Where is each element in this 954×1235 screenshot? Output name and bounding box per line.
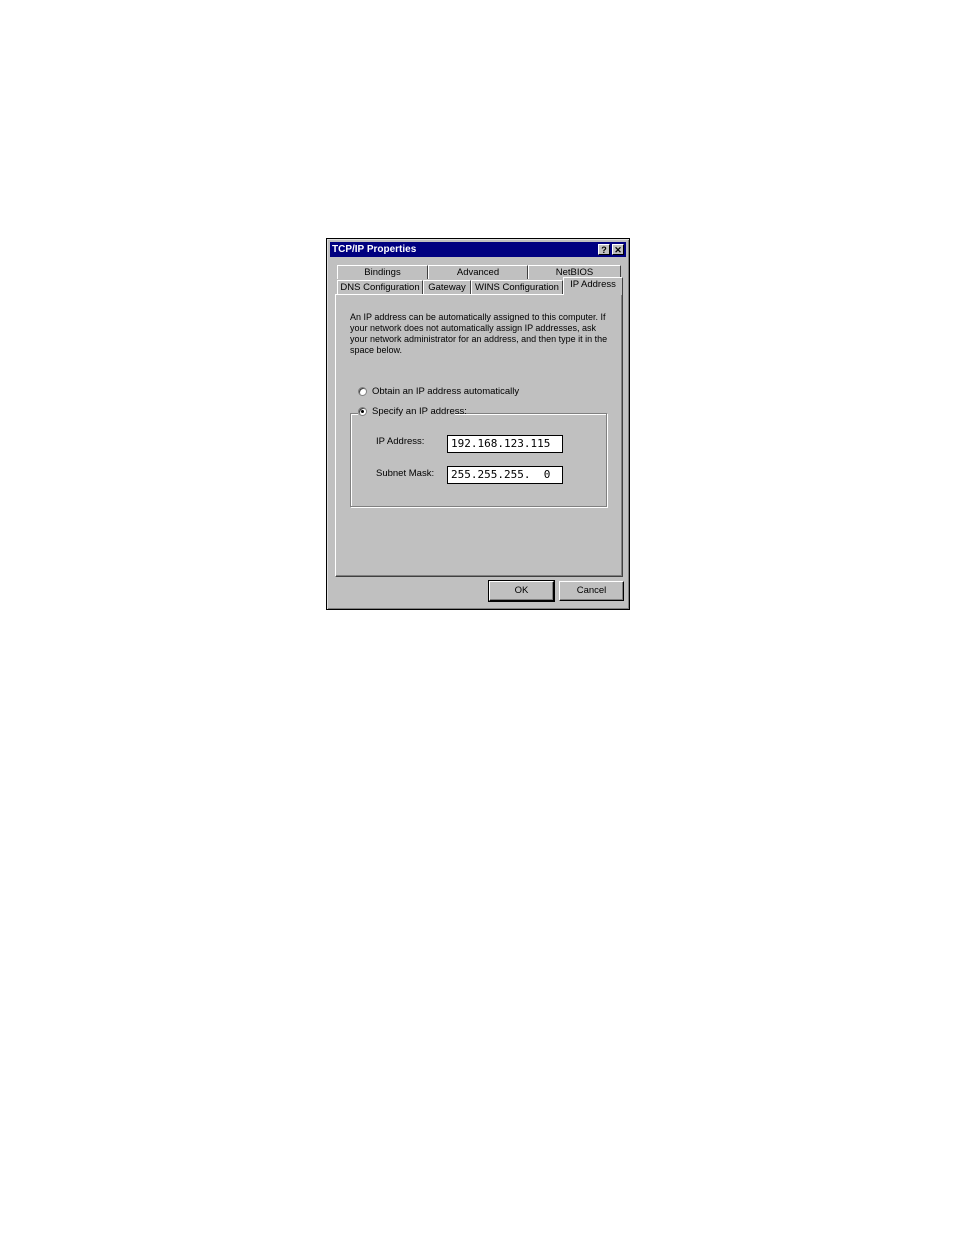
help-icon[interactable]: ? [598,244,610,255]
tab-gateway[interactable]: Gateway [423,280,471,294]
radio-obtain[interactable] [358,387,367,396]
tab-ip-address[interactable]: IP Address [563,277,623,295]
ok-button[interactable]: OK [488,580,555,602]
ip-address-field[interactable]: 192.168.123.115 [447,435,563,453]
specify-ip-option[interactable]: Specify an IP address: [358,406,467,418]
tcpip-properties-dialog: TCP/IP Properties ? ✕ Bindings Advanced … [326,238,630,610]
ip-address-label: IP Address: [376,436,425,447]
obtain-ip-label: Obtain an IP address automatically [372,386,520,397]
title-bar: TCP/IP Properties ? ✕ [330,242,626,257]
tab-advanced[interactable]: Advanced [428,265,528,279]
radio-selected-dot [361,410,364,413]
cancel-button[interactable]: Cancel [559,581,624,601]
tab-dns-configuration[interactable]: DNS Configuration [337,280,423,294]
specify-ip-group [350,413,607,507]
subnet-mask-label: Subnet Mask: [376,468,435,479]
window-title: TCP/IP Properties [332,244,417,255]
subnet-mask-field[interactable]: 255.255.255. 0 [447,466,563,484]
tab-wins-configuration[interactable]: WINS Configuration [471,280,563,294]
close-icon[interactable]: ✕ [612,244,624,255]
specify-ip-label: Specify an IP address: [372,406,467,417]
radio-specify[interactable] [358,407,367,416]
tab-bindings[interactable]: Bindings [337,265,428,279]
intro-text: An IP address can be automatically assig… [350,312,608,355]
